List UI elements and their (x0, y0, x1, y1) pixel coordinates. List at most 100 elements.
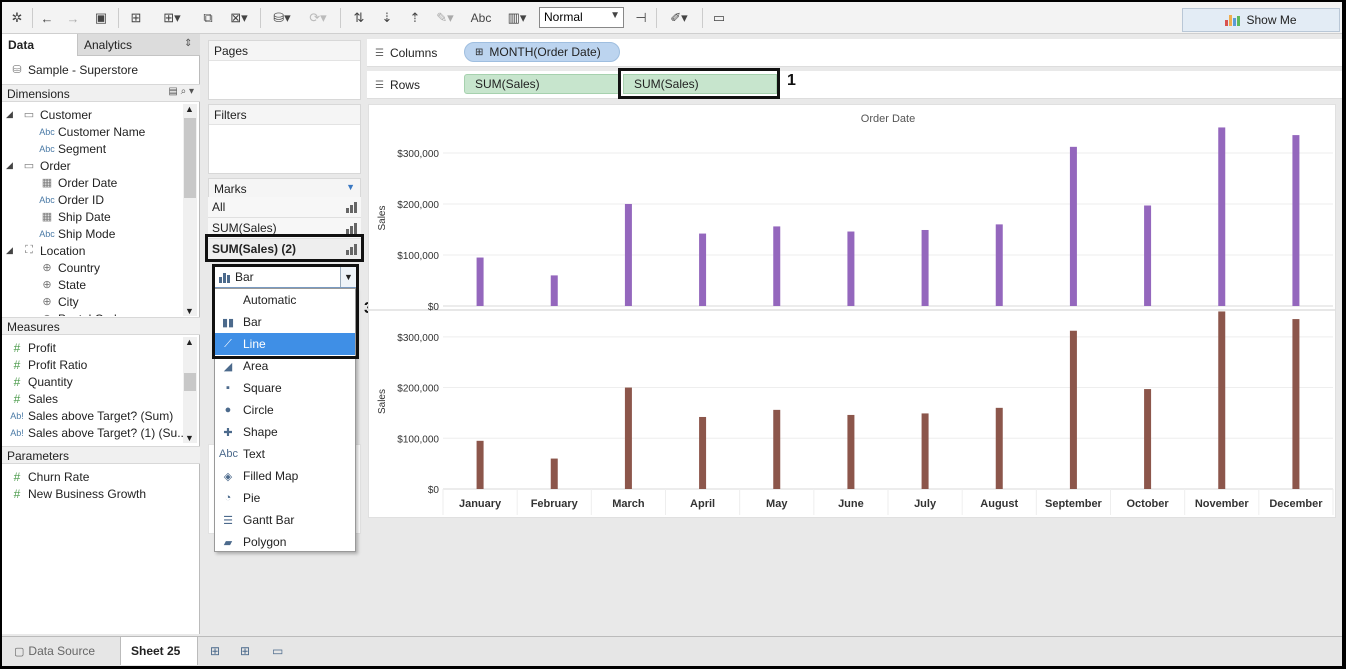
pages-shelf[interactable]: Pages (208, 40, 361, 100)
show-labels-button[interactable]: Abc (466, 8, 496, 28)
swap-icon[interactable]: ⇅ (348, 8, 370, 28)
dimensions-item[interactable]: Abc Customer Name (36, 123, 145, 140)
mark-type-option-gantt-bar[interactable]: ☰ Gantt Bar (215, 509, 355, 531)
tab-data-source[interactable]: ▢ Data Source (4, 637, 105, 665)
pin-icon[interactable]: ⊣ (630, 8, 652, 28)
measures-scrollbar[interactable]: ▲ ▼ (183, 337, 197, 443)
measures-item[interactable]: # Profit (6, 339, 56, 356)
undo-icon[interactable]: ← (36, 8, 58, 28)
x-tick-label: November (1195, 498, 1250, 510)
bar (995, 224, 1003, 306)
dimensions-item[interactable]: Abc Segment (36, 140, 106, 157)
polygon-icon: ▰ (223, 536, 233, 549)
new-worksheet-icon[interactable]: ⊞ (200, 637, 230, 665)
scroll-up-icon[interactable]: ▲ (185, 337, 194, 347)
measures-item[interactable]: Ab!Sales above Target? (2) (S... (6, 441, 181, 444)
x-tick-label: April (690, 498, 715, 510)
datasource-row[interactable]: ⛁ Sample - Superstore (6, 61, 138, 78)
dimensions-label: Country (58, 260, 101, 275)
parameters-header: Parameters (2, 446, 200, 464)
save-icon[interactable]: ▣ (90, 8, 112, 28)
annotate-icon[interactable]: ✐▾ (662, 8, 696, 28)
rows-shelf[interactable]: ☰ Rows SUM(Sales) SUM(Sales) (367, 71, 1342, 99)
dimensions-label: Order (40, 158, 71, 173)
mark-type-option-text[interactable]: Abc Text (215, 443, 355, 465)
chart-area[interactable]: Order Date $300,000 $200,000 $100,000 $0 Sale… (368, 104, 1336, 518)
parameters-item[interactable]: # Churn Rate (6, 468, 90, 485)
mark-type-option-circle[interactable]: ● Circle (215, 399, 355, 421)
view-size-select[interactable]: Normal ▼ (539, 7, 624, 28)
collapse-triangle-icon[interactable]: ◢ (6, 245, 13, 256)
bar (1218, 311, 1226, 489)
marks-row-all[interactable]: All (208, 197, 361, 218)
presentation-icon[interactable]: ▭ (708, 8, 730, 28)
dimensions-item[interactable]: ⊕ City (36, 293, 78, 310)
dimensions-item[interactable]: Abc Ship Mode (36, 225, 115, 242)
sort-descending-icon[interactable]: ⇡ (404, 8, 426, 28)
mark-type-option-square[interactable]: ▪ Square (215, 377, 355, 399)
mark-type-option-polygon[interactable]: ▰ Polygon (215, 531, 355, 553)
dimensions-tools-icon[interactable]: ▤ ⌕ ▾ (168, 86, 194, 97)
scroll-thumb[interactable] (184, 373, 196, 391)
bar (699, 416, 707, 489)
dimensions-item[interactable]: ⊕Postal Code (36, 310, 123, 317)
highlight-icon[interactable]: ✎▾ (430, 8, 460, 28)
dimensions-item[interactable]: ▭ Customer (18, 106, 92, 123)
collapse-triangle-icon[interactable]: ◢ (6, 160, 13, 171)
collapse-triangle-icon[interactable]: ◢ (6, 109, 13, 120)
scroll-up-icon[interactable]: ▲ (185, 104, 194, 114)
tab-data[interactable]: Data (2, 34, 78, 56)
toolbar: ✲ ← → ▣ ⊞ ⊞▾ ⧉ ⊠▾ ⛁▾ ⟳▾ ⇅ ⇣ ⇡ ✎▾ Abc ▥▾ … (2, 2, 1342, 34)
tab-sheet-25[interactable]: Sheet 25 (120, 637, 198, 665)
scroll-down-icon[interactable]: ▼ (185, 306, 194, 316)
measures-item[interactable]: Ab! Sales above Target? (1) (Su... (6, 424, 184, 441)
y-axis-label: Sales (377, 389, 388, 414)
folder-icon: ▭ (23, 109, 35, 121)
dimensions-item[interactable]: ⊕ State (36, 276, 86, 293)
tableau-logo-icon[interactable]: ✲ (6, 8, 28, 28)
bar (1069, 146, 1077, 306)
new-story-icon[interactable]: ▭ (262, 637, 293, 665)
dimensions-item[interactable]: ⊕ Country (36, 259, 100, 276)
new-datasource-icon[interactable]: ⊞ (124, 8, 148, 28)
dimensions-item[interactable]: Abc Order ID (36, 191, 104, 208)
dimensions-item[interactable]: ▦ Order Date (36, 174, 118, 191)
measures-item[interactable]: Ab! Sales above Target? (Sum) (6, 407, 173, 424)
datasource-icon[interactable]: ⛁▾ (268, 8, 296, 28)
mark-type-option-shape[interactable]: ✚ Shape (215, 421, 355, 443)
dimensions-scrollbar[interactable]: ▲ ▼ (183, 104, 197, 316)
bar (1144, 205, 1152, 306)
columns-shelf[interactable]: ☰ Columns ⊞ MONTH(Order Date) (367, 39, 1342, 67)
clear-sheet-icon[interactable]: ⊠▾ (224, 8, 254, 28)
redo-icon[interactable]: → (62, 8, 84, 28)
datasource-icon: ⛁ (12, 64, 22, 76)
pane-menu-icon[interactable]: ⇕ (184, 38, 192, 49)
bar (476, 440, 484, 489)
expand-icon[interactable]: ⊞ (475, 47, 483, 58)
fit-icon[interactable]: ▥▾ (500, 8, 534, 28)
mark-type-option-pie[interactable]: ◔ Pie (215, 487, 355, 509)
dimensions-item[interactable]: ⛶ Location (18, 242, 85, 259)
scroll-down-icon[interactable]: ▼ (185, 433, 194, 443)
measures-item[interactable]: # Sales (6, 390, 58, 407)
dimensions-item[interactable]: ▭ Order (18, 157, 71, 174)
refresh-icon[interactable]: ⟳▾ (304, 8, 332, 28)
new-dashboard-icon[interactable]: ⊞ (230, 637, 260, 665)
tab-analytics[interactable]: Analytics (78, 34, 178, 56)
chevron-down-icon[interactable]: ▼ (346, 182, 355, 192)
bar (476, 257, 484, 306)
scroll-thumb[interactable] (184, 118, 196, 198)
sort-ascending-icon[interactable]: ⇣ (376, 8, 398, 28)
rows-pill-sum-sales[interactable]: SUM(Sales) (464, 74, 620, 94)
columns-pill-month-order-date[interactable]: ⊞ MONTH(Order Date) (464, 42, 620, 62)
duplicate-sheet-icon[interactable]: ⧉ (196, 8, 220, 28)
filters-shelf[interactable]: Filters (208, 104, 361, 174)
show-me-button[interactable]: Show Me (1182, 8, 1340, 32)
mark-type-option-filled-map[interactable]: ◈ Filled Map (215, 465, 355, 487)
parameters-item[interactable]: # New Business Growth (6, 485, 146, 502)
dimensions-item[interactable]: ▦ Ship Date (36, 208, 111, 225)
measures-item[interactable]: # Quantity (6, 373, 73, 390)
new-worksheet-icon[interactable]: ⊞▾ (156, 8, 188, 28)
measures-item[interactable]: # Profit Ratio (6, 356, 88, 373)
bar (847, 231, 855, 306)
